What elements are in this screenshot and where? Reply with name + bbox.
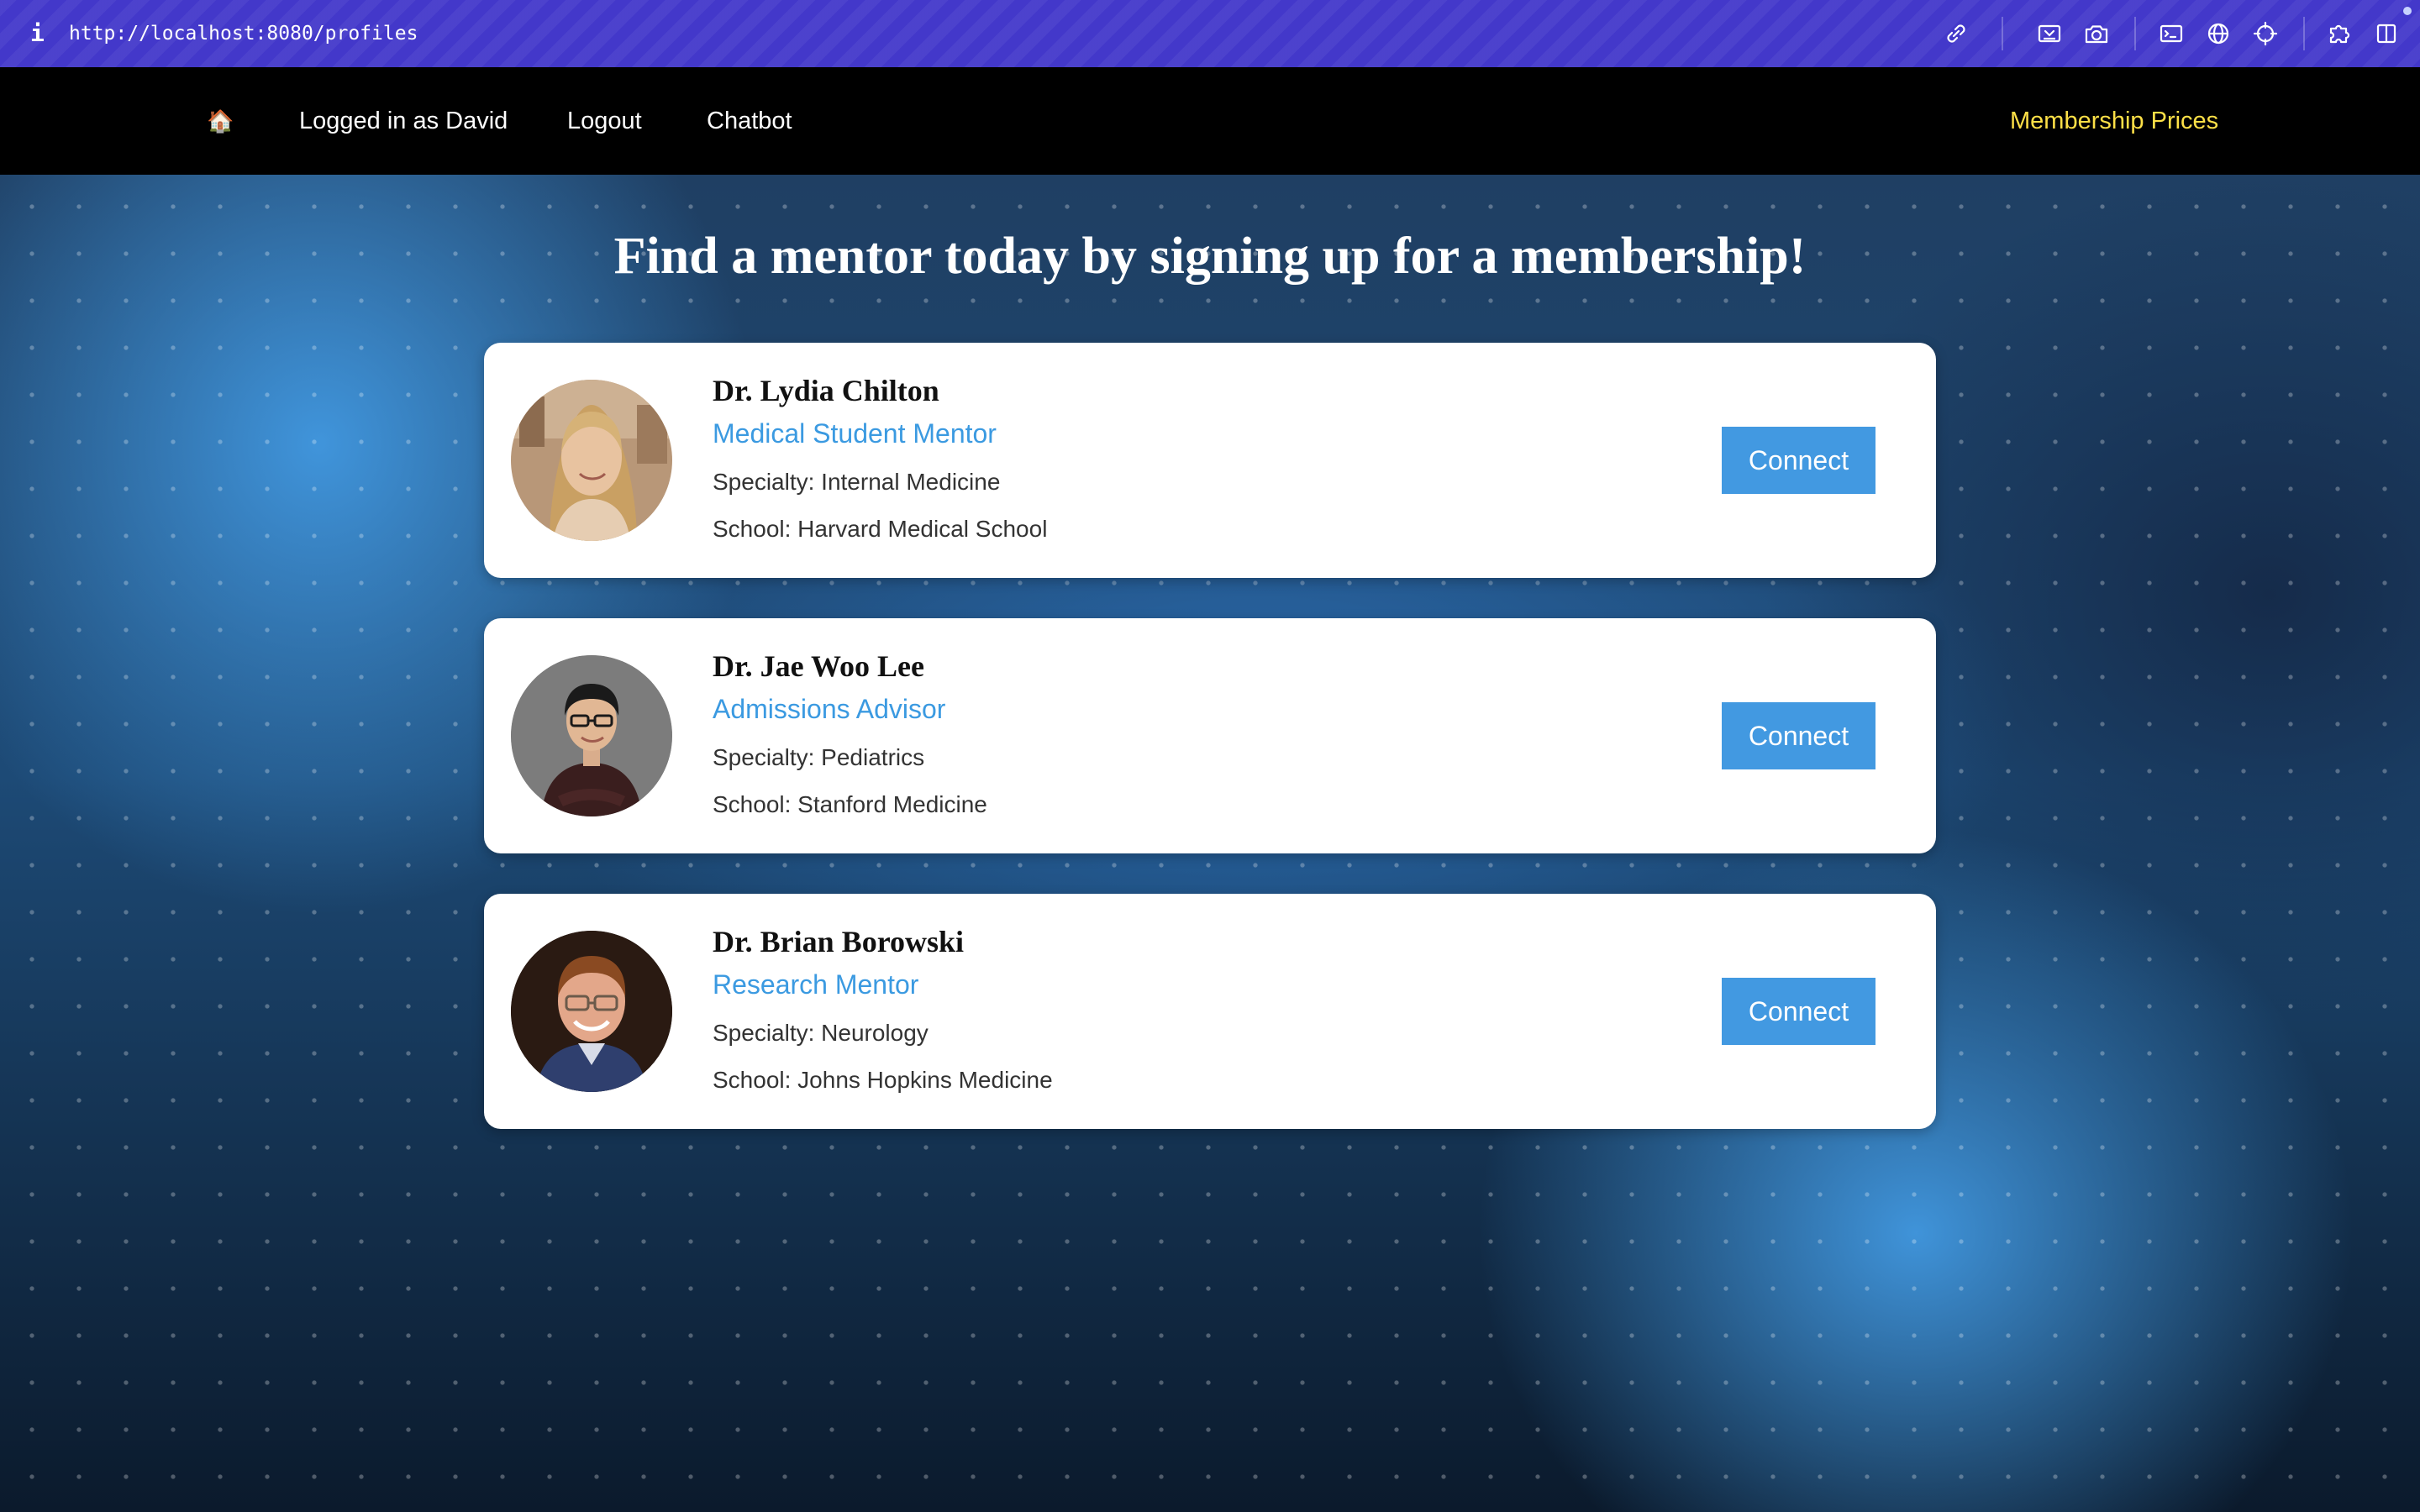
- mentor-specialty: Specialty: Pediatrics: [713, 744, 925, 770]
- mentor-avatar: [511, 655, 672, 816]
- split-view-icon[interactable]: [2371, 18, 2402, 49]
- mentor-role: Research Mentor: [713, 969, 919, 1000]
- mentor-name: Dr. Brian Borowski: [713, 925, 965, 958]
- mentor-school: School: Stanford Medicine: [713, 791, 987, 817]
- mentor-name: Dr. Jae Woo Lee: [713, 649, 924, 683]
- toolbar-separator: [2303, 17, 2305, 50]
- address-bar-url[interactable]: http://localhost:8080/profiles: [69, 18, 418, 49]
- mentor-school: School: Johns Hopkins Medicine: [713, 1067, 1053, 1093]
- mentor-role: Medical Student Mentor: [713, 418, 997, 449]
- globe-icon[interactable]: [2203, 18, 2233, 49]
- connect-button[interactable]: Connect: [1722, 427, 1876, 494]
- toolbar-separator: [2134, 17, 2136, 50]
- mentor-specialty: Specialty: Neurology: [713, 1020, 929, 1046]
- mentor-card: Dr. Jae Woo Lee Admissions Advisor Speci…: [484, 618, 1936, 853]
- mentor-avatar: [511, 380, 672, 541]
- home-icon[interactable]: 🏠: [207, 67, 234, 175]
- page-title: Find a mentor today by signing up for a …: [613, 228, 1807, 285]
- mentor-role: Admissions Advisor: [713, 694, 946, 724]
- mentor-specialty: Specialty: Internal Medicine: [713, 469, 1001, 495]
- puzzle-icon[interactable]: [2324, 18, 2354, 49]
- logout-link[interactable]: Logout: [567, 67, 642, 175]
- mentor-name: Dr. Lydia Chilton: [713, 374, 939, 407]
- mentor-avatar: [511, 931, 672, 1092]
- mentor-card: Dr. Lydia Chilton Medical Student Mentor…: [484, 343, 1936, 578]
- notification-dot: [2403, 7, 2412, 15]
- membership-prices-link[interactable]: Membership Prices: [2010, 67, 2218, 175]
- connect-button[interactable]: Connect: [1722, 702, 1876, 769]
- main-navbar: 🏠 Logged in as David Logout Chatbot Memb…: [0, 67, 2420, 175]
- tab-capture-icon[interactable]: [2034, 18, 2065, 49]
- mentor-card: Dr. Brian Borowski Research Mentor Speci…: [484, 894, 1936, 1129]
- logged-in-user-link[interactable]: Logged in as David: [299, 67, 508, 175]
- chatbot-link[interactable]: Chatbot: [707, 67, 792, 175]
- terminal-icon[interactable]: [2156, 18, 2186, 49]
- crosshair-icon[interactable]: [2250, 18, 2281, 49]
- link-icon[interactable]: [1941, 18, 1971, 49]
- camera-icon[interactable]: [2081, 18, 2112, 49]
- site-info-icon[interactable]: i: [30, 18, 45, 49]
- mentor-school: School: Harvard Medical School: [713, 516, 1048, 542]
- browser-toolbar: i http://localhost:8080/profiles: [0, 0, 2420, 67]
- connect-button[interactable]: Connect: [1722, 978, 1876, 1045]
- toolbar-separator: [2002, 17, 2003, 50]
